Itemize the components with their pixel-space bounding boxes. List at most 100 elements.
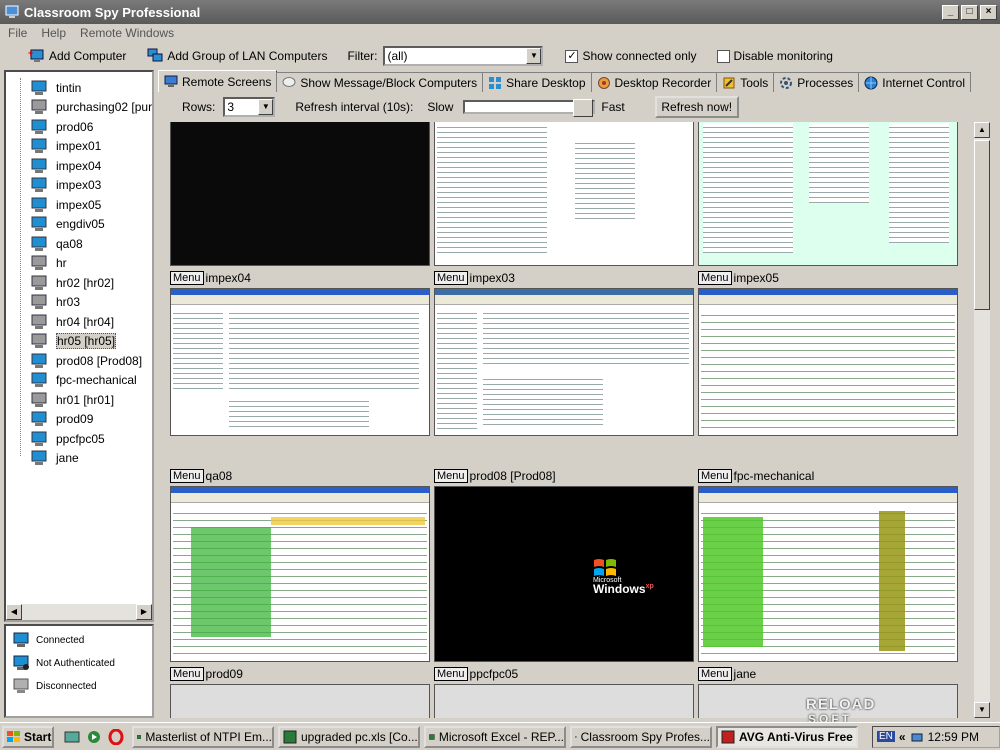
tab-show-message[interactable]: Show Message/Block Computers: [276, 72, 484, 92]
tree-item-computer[interactable]: hr01 [hr01]: [30, 390, 114, 409]
taskbar-task-button[interactable]: Masterlist of NTPI Em...: [132, 725, 274, 748]
tree-item-computer[interactable]: prod09: [30, 410, 93, 429]
taskbar-task-button[interactable]: Classroom Spy Profes...: [570, 725, 712, 748]
tree-item-computer[interactable]: prod08 [Prod08]: [30, 351, 142, 370]
disable-monitoring-checkbox[interactable]: Disable monitoring: [716, 49, 833, 63]
taskbar-task-button[interactable]: AVG Anti-Virus Free: [716, 725, 858, 748]
add-group-button[interactable]: Add Group of LAN Computers: [146, 48, 327, 64]
legend-not-authenticated-label: Not Authenticated: [36, 657, 115, 669]
tree-item-computer[interactable]: hr02 [hr02]: [30, 273, 114, 292]
slider-thumb[interactable]: [573, 99, 594, 117]
screen-thumbnail[interactable]: [434, 684, 694, 718]
tree-item-computer[interactable]: engdiv05: [30, 215, 105, 234]
media-player-icon[interactable]: [86, 729, 102, 745]
screen-menu-button[interactable]: Menu: [434, 469, 468, 483]
start-button[interactable]: Start: [2, 725, 54, 748]
tree-horizontal-scrollbar[interactable]: ◀ ▶: [6, 604, 152, 620]
screen-thumbnail[interactable]: [698, 288, 958, 436]
screen-label: Menu impex05: [698, 270, 779, 286]
tree-item-computer[interactable]: jane: [30, 449, 79, 468]
rows-select[interactable]: 3 ▼: [223, 97, 276, 117]
screen-thumbnail[interactable]: [434, 288, 694, 436]
screen-menu-button[interactable]: Menu: [698, 469, 732, 483]
connected-computer-icon: [31, 411, 47, 426]
screen-menu-button[interactable]: Menu: [698, 667, 732, 681]
language-indicator[interactable]: EN: [877, 731, 895, 742]
tab-share-desktop[interactable]: Share Desktop: [482, 72, 592, 92]
chevron-down-icon: ▼: [526, 48, 542, 64]
tree-item-label: fpc-mechanical: [56, 373, 137, 387]
tab-label: Remote Screens: [182, 74, 272, 89]
taskbar-task-button[interactable]: upgraded pc.xls [Co...: [278, 725, 420, 748]
scroll-right-icon[interactable]: ▶: [136, 604, 152, 620]
tree-item-computer[interactable]: prod06: [30, 117, 93, 136]
desktop-icon[interactable]: [64, 729, 80, 745]
refresh-now-button[interactable]: Refresh now!: [654, 96, 739, 118]
minimize-button[interactable]: _: [942, 4, 959, 20]
tab-internet-control[interactable]: Internet Control: [858, 72, 971, 92]
opera-icon[interactable]: [108, 728, 124, 745]
maximize-button[interactable]: □: [961, 4, 978, 20]
screen-menu-button[interactable]: Menu: [434, 667, 468, 681]
menu-remote-windows[interactable]: Remote Windows: [80, 26, 174, 40]
screen-thumbnail[interactable]: [170, 684, 430, 718]
screen-thumbnail[interactable]: [698, 122, 958, 266]
legend-connected-label: Connected: [36, 634, 85, 646]
filter-select[interactable]: (all) ▼: [383, 46, 544, 66]
tree-item-computer[interactable]: impex04: [30, 156, 101, 175]
refresh-interval-slider[interactable]: [463, 99, 596, 117]
tree-item-computer[interactable]: tintin: [30, 78, 81, 97]
screen-thumbnail[interactable]: [434, 122, 694, 266]
tree-item-computer[interactable]: ppcfpc05: [30, 429, 105, 448]
task-app-icon: [575, 735, 577, 738]
tree-item-computer[interactable]: qa08: [30, 234, 83, 253]
tray-collapse-icon[interactable]: «: [899, 730, 906, 744]
screen-menu-button[interactable]: Menu: [170, 469, 204, 483]
tree-item-computer[interactable]: hr04 [hr04]: [30, 312, 114, 331]
tab-desktop-recorder[interactable]: Desktop Recorder: [590, 72, 718, 92]
tree-item-computer[interactable]: hr: [30, 254, 67, 273]
tab-processes[interactable]: Processes: [773, 72, 860, 92]
screen-menu-button[interactable]: Menu: [170, 667, 204, 681]
share-desktop-icon: [489, 76, 502, 89]
tree-item-label: hr05 [hr05]: [56, 333, 117, 349]
tree-item-computer[interactable]: impex05: [30, 195, 101, 214]
tree-item-computer[interactable]: hr05 [hr05]: [30, 332, 117, 351]
tree-item-computer[interactable]: fpc-mechanical: [30, 371, 137, 390]
scrollbar-thumb[interactable]: [974, 140, 990, 310]
tree-item-computer[interactable]: hr03: [30, 293, 80, 312]
not-authenticated-computer-icon: [13, 655, 29, 670]
menu-help[interactable]: Help: [41, 26, 66, 40]
tab-remote-screens[interactable]: Remote Screens: [158, 70, 278, 92]
tree-item-label: purchasing02 [purch: [56, 100, 154, 114]
screen-thumbnail[interactable]: [170, 122, 430, 266]
task-app-icon: [283, 730, 297, 743]
screen-thumbnail[interactable]: Microsoft Windowsxp: [434, 486, 694, 662]
computer-tree[interactable]: tintin purchasing02 [purch prod06 impex01 im…: [4, 70, 154, 622]
screen-menu-button[interactable]: Menu: [698, 271, 732, 285]
screen-label: Menu fpc-mechanical: [698, 468, 814, 484]
screen-thumbnail[interactable]: [170, 288, 430, 436]
tree-item-label: hr04 [hr04]: [56, 314, 115, 329]
taskbar-task-button[interactable]: Microsoft Excel - REP...: [424, 725, 566, 748]
menu-file[interactable]: File: [8, 26, 27, 40]
show-connected-checkbox[interactable]: ✓ Show connected only: [565, 49, 697, 63]
tree-item-computer[interactable]: purchasing02 [purch: [30, 98, 154, 117]
screens-vertical-scrollbar[interactable]: ▲ ▼: [974, 122, 990, 718]
add-computer-button[interactable]: + Add Computer: [28, 48, 126, 64]
tree-item-computer[interactable]: impex01: [30, 137, 101, 156]
tree-item-label: impex01: [56, 139, 102, 153]
scroll-up-icon[interactable]: ▲: [974, 122, 990, 138]
disconnected-computer-icon: [31, 275, 47, 290]
tray-network-icon[interactable]: [910, 730, 924, 744]
screen-menu-button[interactable]: Menu: [170, 271, 204, 285]
tree-item-computer[interactable]: impex03: [30, 176, 101, 195]
close-button[interactable]: ×: [980, 4, 997, 20]
screen-thumbnail[interactable]: [170, 486, 430, 662]
screen-menu-button[interactable]: Menu: [434, 271, 468, 285]
scroll-down-icon[interactable]: ▼: [974, 702, 990, 718]
screen-computer-name: prod08 [Prod08]: [469, 469, 556, 483]
scroll-left-icon[interactable]: ◀: [6, 604, 22, 620]
tab-tools[interactable]: Tools: [716, 72, 775, 92]
screen-thumbnail[interactable]: [698, 486, 958, 662]
